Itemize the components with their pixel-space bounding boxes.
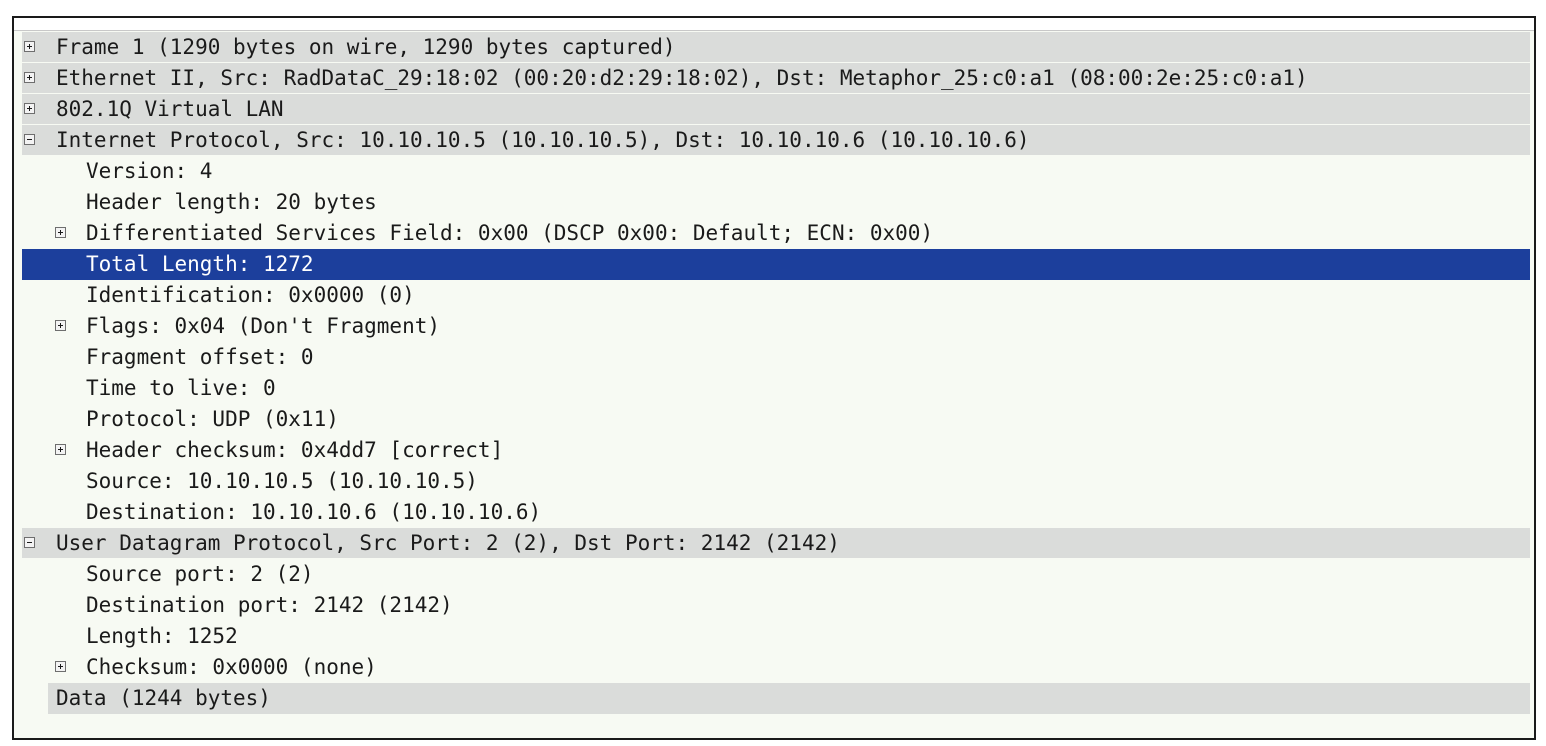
- collapse-minus-icon[interactable]: [24, 134, 35, 145]
- tree-row-label: 802.1Q Virtual LAN: [56, 97, 284, 121]
- tree-row-label: Total Length: 1272: [86, 252, 314, 276]
- tree-row-udp[interactable]: User Datagram Protocol, Src Port: 2 (2),…: [22, 528, 1530, 559]
- tree-row-ip-header-length[interactable]: Header length: 20 bytes: [22, 187, 1530, 218]
- tree-row-ethernet[interactable]: Ethernet II, Src: RadDataC_29:18:02 (00:…: [22, 63, 1530, 94]
- tree-row-label: Source: 10.10.10.5 (10.10.10.5): [86, 469, 478, 493]
- tree-row-vlan[interactable]: 802.1Q Virtual LAN: [22, 94, 1530, 125]
- tree-row-ip-dsfield[interactable]: Differentiated Services Field: 0x00 (DSC…: [22, 218, 1530, 249]
- tree-row-udp-length[interactable]: Length: 1252: [22, 621, 1530, 652]
- tree-row-ip-protocol[interactable]: Protocol: UDP (0x11): [22, 404, 1530, 435]
- tree-row-ip-total-length[interactable]: Total Length: 1272: [22, 249, 1530, 280]
- tree-row-label: Time to live: 0: [86, 376, 276, 400]
- tree-row-ip-checksum[interactable]: Header checksum: 0x4dd7 [correct]: [22, 435, 1530, 466]
- expand-plus-icon[interactable]: [24, 72, 35, 83]
- tree-row-label: Destination port: 2142 (2142): [86, 593, 453, 617]
- tree-row-ip[interactable]: Internet Protocol, Src: 10.10.10.5 (10.1…: [22, 125, 1530, 156]
- tree-row-label: Frame 1 (1290 bytes on wire, 1290 bytes …: [56, 35, 676, 59]
- expand-plus-icon[interactable]: [55, 320, 66, 331]
- tree-row-data[interactable]: Data (1244 bytes): [48, 683, 1530, 714]
- tree-row-label: Protocol: UDP (0x11): [86, 407, 339, 431]
- tree-row-udp-destination-port[interactable]: Destination port: 2142 (2142): [22, 590, 1530, 621]
- tree-row-label: Fragment offset: 0: [86, 345, 314, 369]
- expand-plus-icon[interactable]: [24, 41, 35, 52]
- tree-row-udp-checksum[interactable]: Checksum: 0x0000 (none): [22, 652, 1530, 683]
- expand-plus-icon[interactable]: [24, 103, 35, 114]
- tree-row-ip-flags[interactable]: Flags: 0x04 (Don't Fragment): [22, 311, 1530, 342]
- tree-row-ip-fragment-offset[interactable]: Fragment offset: 0: [22, 342, 1530, 373]
- tree-row-label: Data (1244 bytes): [56, 686, 271, 710]
- tree-row-label: Version: 4: [86, 159, 213, 183]
- tree-row-label: Checksum: 0x0000 (none): [86, 655, 377, 679]
- tree-row-label: Identification: 0x0000 (0): [86, 283, 415, 307]
- tree-row-ip-destination[interactable]: Destination: 10.10.10.6 (10.10.10.6): [22, 497, 1530, 528]
- tree-row-label: Internet Protocol, Src: 10.10.10.5 (10.1…: [56, 128, 1030, 152]
- tree-row-ip-version[interactable]: Version: 4: [22, 156, 1530, 187]
- tree-row-label: Header checksum: 0x4dd7 [correct]: [86, 438, 504, 462]
- expand-plus-icon[interactable]: [55, 661, 66, 672]
- tree-row-frame[interactable]: Frame 1 (1290 bytes on wire, 1290 bytes …: [22, 32, 1530, 63]
- tree-row-label: Source port: 2 (2): [86, 562, 314, 586]
- packet-details-tree: Frame 1 (1290 bytes on wire, 1290 bytes …: [22, 32, 1530, 714]
- tree-row-label: Length: 1252: [86, 624, 238, 648]
- expand-plus-icon[interactable]: [55, 444, 66, 455]
- tree-row-label: Destination: 10.10.10.6 (10.10.10.6): [86, 500, 542, 524]
- tree-row-ip-ttl[interactable]: Time to live: 0: [22, 373, 1530, 404]
- tree-row-label: Ethernet II, Src: RadDataC_29:18:02 (00:…: [56, 66, 1308, 90]
- packet-details-pane: Frame 1 (1290 bytes on wire, 1290 bytes …: [12, 16, 1536, 740]
- tree-row-udp-source-port[interactable]: Source port: 2 (2): [22, 559, 1530, 590]
- collapse-minus-icon[interactable]: [24, 537, 35, 548]
- tree-row-ip-source[interactable]: Source: 10.10.10.5 (10.10.10.5): [22, 466, 1530, 497]
- tree-row-label: Flags: 0x04 (Don't Fragment): [86, 314, 441, 338]
- tree-row-label: Differentiated Services Field: 0x00 (DSC…: [86, 221, 934, 245]
- tree-row-label: Header length: 20 bytes: [86, 190, 377, 214]
- tree-row-ip-identification[interactable]: Identification: 0x0000 (0): [22, 280, 1530, 311]
- expand-plus-icon[interactable]: [55, 227, 66, 238]
- tree-row-label: User Datagram Protocol, Src Port: 2 (2),…: [56, 531, 840, 555]
